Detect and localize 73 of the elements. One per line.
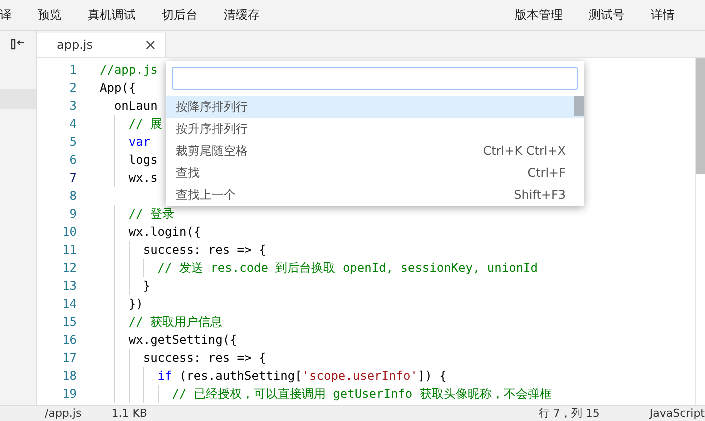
scrollbar-thumb[interactable] — [574, 96, 584, 116]
code-comment: //app.js — [100, 62, 158, 79]
line-number: 17 — [62, 351, 77, 365]
toolbar-button[interactable]: 版本管理 — [502, 6, 576, 24]
line-number: 1 — [68, 63, 77, 77]
line-number: 10 — [62, 225, 77, 239]
command-label: 查找 — [176, 164, 200, 182]
command-item[interactable]: 查找上一个 Shift+F3 — [166, 184, 584, 206]
selected-file-row[interactable] — [0, 89, 36, 109]
code-text: var — [128, 134, 151, 151]
code-text: onLaun — [113, 98, 158, 115]
line-number: 13 — [62, 279, 77, 293]
code-text: } — [142, 278, 151, 295]
toolbar-button[interactable]: 切后台 — [149, 6, 211, 24]
command-label: 按升序排列行 — [176, 120, 248, 138]
line-number: 2 — [68, 81, 77, 95]
collapse-sidebar-icon[interactable] — [11, 38, 25, 50]
code-text: success: res => { — [142, 242, 266, 259]
line-number: 15 — [62, 315, 77, 329]
tab-label: app.js — [57, 38, 93, 52]
line-number: 8 — [68, 189, 77, 203]
command-label: 裁剪尾随空格 — [176, 142, 248, 160]
toolbar-button[interactable]: 测试号 — [576, 6, 638, 24]
shortcut-label: Ctrl+K Ctrl+X — [483, 144, 566, 158]
file-size: 1.1 KB — [112, 406, 148, 421]
line-number: 7 — [68, 171, 77, 185]
command-item[interactable]: 按降序排列行 — [166, 96, 584, 118]
close-tab-button[interactable]: × — [144, 36, 157, 54]
line-number: 19 — [62, 387, 77, 401]
code-text: success: res => { — [142, 350, 266, 367]
toolbar-button[interactable]: 预览 — [25, 6, 75, 24]
command-item[interactable]: 裁剪尾随空格 Ctrl+K Ctrl+X — [166, 140, 584, 162]
line-number: 4 — [68, 117, 77, 131]
cursor-position: 行 7，列 15 — [538, 406, 600, 421]
line-number: 3 — [68, 99, 77, 113]
toolbar-button[interactable]: 真机调试 — [75, 6, 149, 24]
line-number: 16 — [62, 333, 77, 347]
code-comment: // 已经授权，可以直接调用 getUserInfo 获取头像昵称，不会弹框 — [171, 386, 552, 403]
line-number: 18 — [62, 369, 77, 383]
line-number: 12 — [62, 261, 77, 275]
code-text: (res.authSetting[ — [178, 368, 302, 385]
code-text: if — [156, 368, 172, 385]
file-path: /app.js — [45, 406, 82, 421]
command-input-field[interactable] — [172, 67, 578, 90]
code-text: wx.getSetting({ — [128, 332, 238, 349]
toolbar-button[interactable]: 清缓存 — [211, 6, 273, 24]
shortcut-label: Shift+F3 — [514, 188, 566, 202]
command-item[interactable]: 查找 Ctrl+F — [166, 162, 584, 184]
shortcut-label: Ctrl+F — [528, 166, 566, 180]
line-number: 9 — [68, 207, 77, 221]
command-label: 查找上一个 — [176, 186, 236, 204]
line-number: 14 — [62, 297, 77, 311]
scrollbar-thumb[interactable] — [696, 58, 705, 174]
code-comment: // 发送 res.code 到后台换取 openId, sessionKey, unionId — [156, 260, 538, 277]
line-number: 11 — [62, 243, 77, 257]
code-comment: // 展 — [128, 116, 163, 133]
code-text: App({ — [100, 80, 136, 97]
code-text: }) — [128, 296, 144, 313]
code-comment: // 登录 — [128, 206, 175, 223]
code-text: logs — [128, 152, 158, 169]
line-number: 5 — [68, 135, 77, 149]
command-item[interactable]: 按升序排列行 — [166, 118, 584, 140]
editor-tab[interactable]: app.js × — [37, 33, 166, 57]
code-text: 'scope.userInfo' — [302, 368, 418, 385]
code-text: wx.s — [128, 170, 158, 187]
command-label: 按降序排列行 — [176, 98, 248, 116]
code-comment: // 获取用户信息 — [128, 314, 223, 331]
language-mode[interactable]: JavaScript — [650, 406, 705, 421]
toolbar-button[interactable]: 译 — [0, 6, 25, 24]
toolbar-button[interactable]: 详情 — [638, 6, 705, 24]
code-text: ]) { — [418, 368, 447, 385]
line-number: 6 — [68, 153, 77, 167]
code-text: wx.login({ — [128, 224, 202, 241]
